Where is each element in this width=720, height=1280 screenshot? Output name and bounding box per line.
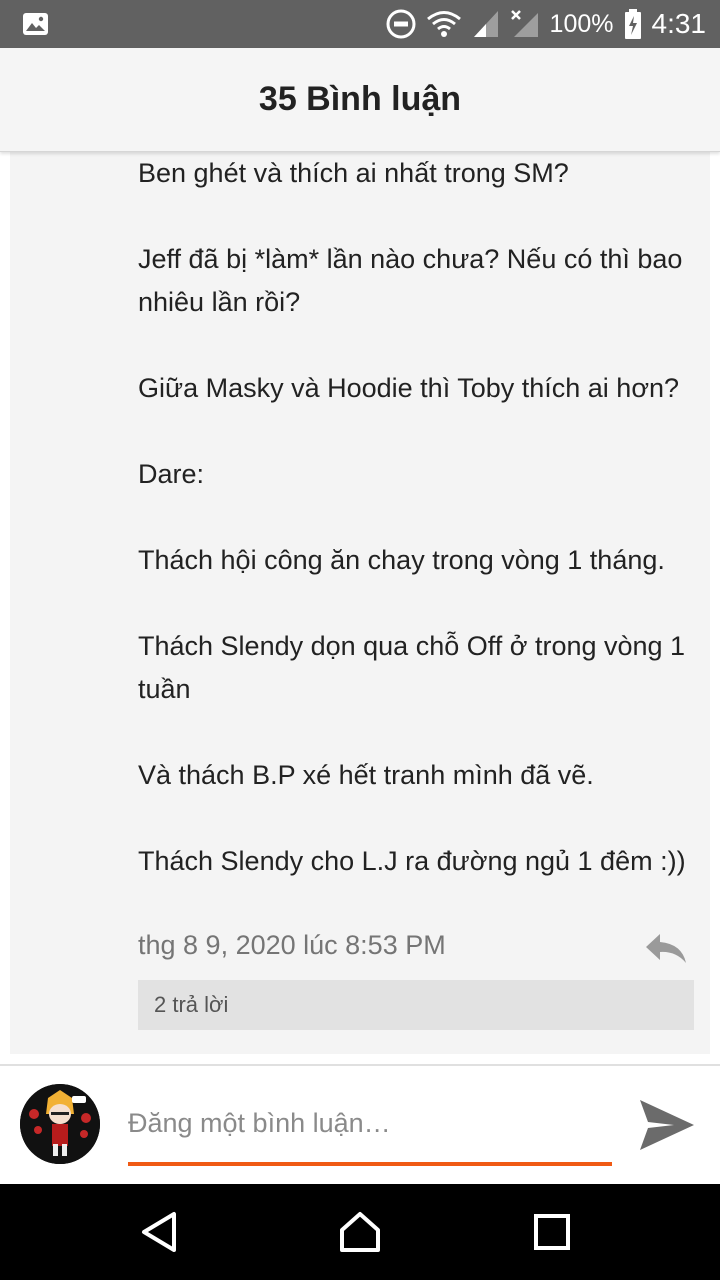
view-replies-button[interactable]: 2 trả lời — [138, 980, 694, 1030]
input-underline — [128, 1162, 612, 1166]
comment-paragraph: Và thách B.P xé hết tranh mình đã vẽ. — [138, 760, 594, 790]
comment-paragraph: Jeff đã bị *làm* lần nào chưa? Nếu có th… — [138, 244, 683, 317]
avatar-icon — [20, 1084, 100, 1164]
page-title: 35 Bình luận — [258, 80, 462, 118]
home-icon[interactable] — [336, 1208, 384, 1256]
send-button[interactable] — [636, 1094, 698, 1156]
app-header: 35 Bình luận — [0, 48, 720, 152]
status-bar: 100% 4:31 — [0, 0, 720, 48]
comment-timestamp: thg 8 9, 2020 lúc 8:53 PM — [138, 930, 446, 960]
replies-count-label: 2 trả lời — [154, 992, 229, 1017]
comment-composer — [0, 1064, 720, 1184]
recents-icon[interactable] — [528, 1208, 576, 1256]
image-icon — [23, 13, 48, 35]
wifi-icon — [426, 11, 461, 37]
comment-paragraph: Ben ghét và thích ai nhất trong SM? — [138, 158, 569, 188]
no-signal-icon — [510, 10, 538, 37]
comment-paragraph: Thách Slendy dọn qua chỗ Off ở trong vòn… — [138, 631, 686, 704]
battery-percentage: 100% — [549, 9, 614, 38]
comment-input[interactable] — [128, 1096, 612, 1150]
send-icon — [640, 1100, 694, 1150]
comment-paragraph: Thách Slendy cho L.J ra đường ngủ 1 đêm … — [138, 846, 686, 876]
comment-paragraph: Dare: — [138, 459, 205, 489]
comment-paragraph: Giữa Masky và Hoodie thì Toby thích ai h… — [138, 373, 680, 403]
back-icon[interactable] — [136, 1208, 184, 1256]
comment-card: Ben ghét và thích ai nhất trong SM? Jeff… — [10, 152, 710, 1054]
signal-icon — [473, 11, 498, 37]
do-not-disturb-icon — [386, 9, 416, 39]
reply-icon[interactable] — [644, 932, 688, 966]
comment-paragraph: Thách hội công ăn chay trong vòng 1 thán… — [138, 545, 665, 575]
status-icons: 100% 4:31 — [386, 0, 706, 48]
clock: 4:31 — [651, 8, 707, 39]
battery-charging-icon — [624, 9, 641, 39]
navigation-bar — [0, 1184, 720, 1280]
comment-text: Ben ghét và thích ai nhất trong SM? Jeff… — [138, 152, 708, 883]
comments-list[interactable]: Ben ghét và thích ai nhất trong SM? Jeff… — [0, 152, 720, 1064]
avatar — [20, 1084, 100, 1164]
